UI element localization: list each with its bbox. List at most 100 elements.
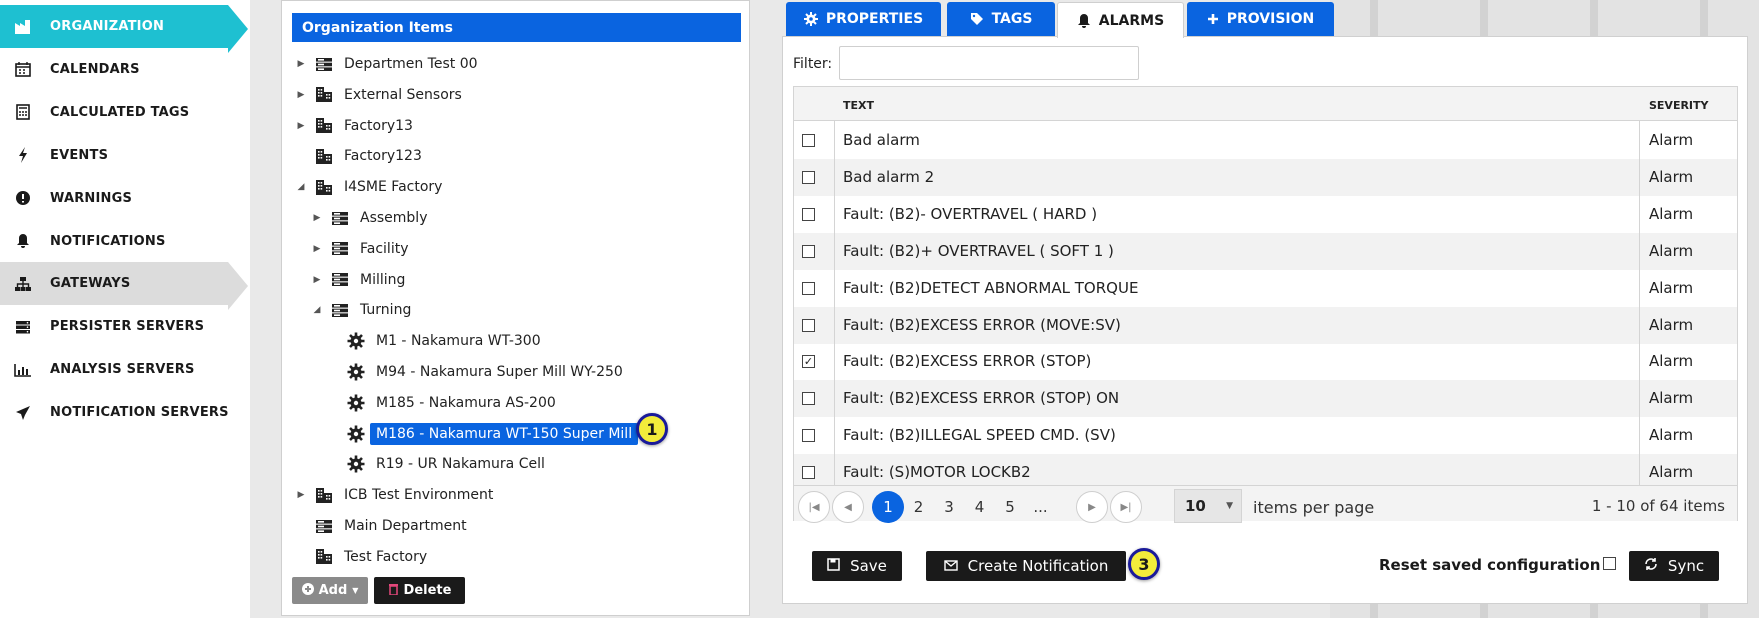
caret-expanded-icon[interactable]: ◢ (294, 182, 308, 192)
tab-properties[interactable]: PROPERTIES (786, 2, 941, 36)
column-header-severity[interactable]: SEVERITY (1649, 99, 1709, 112)
more-pages-button[interactable]: ... (1025, 491, 1057, 523)
tree-node-label: Test Factory (344, 548, 428, 565)
grid-header: TEXT SEVERITY (794, 87, 1737, 121)
tree-node[interactable]: ◢ Turning (310, 297, 412, 323)
table-row[interactable]: Fault: (B2)DETECT ABNORMAL TORQUE Alarm (794, 270, 1737, 307)
sidebar-item-analysis-servers[interactable]: ANALYSIS SERVERS (0, 348, 250, 391)
row-checkbox[interactable] (802, 466, 815, 480)
tree-node[interactable]: M186 - Nakamura WT-150 Super Mill (326, 421, 639, 447)
tree-node[interactable]: Main Department (294, 513, 467, 539)
caret-collapsed-icon[interactable]: ▶ (294, 59, 308, 69)
tree-node[interactable]: Factory123 (294, 143, 422, 169)
sidebar-item-notification-servers[interactable]: NOTIFICATION SERVERS (0, 391, 250, 434)
tree-node[interactable]: ▶ ICB Test Environment (294, 482, 494, 508)
tree-node[interactable]: ▶ Factory13 (294, 113, 413, 139)
row-checkbox[interactable] (802, 281, 815, 295)
building-icon (314, 86, 334, 104)
row-checkbox[interactable] (802, 207, 815, 221)
next-page-button[interactable]: ▶ (1076, 491, 1108, 523)
sidebar-item-label: NOTIFICATIONS (50, 233, 166, 249)
alarm-text: Fault: (B2)EXCESS ERROR (STOP) (843, 352, 1092, 371)
first-page-button[interactable]: |◀ (798, 491, 830, 523)
caret-collapsed-icon[interactable]: ▶ (294, 121, 308, 131)
sync-button[interactable]: Sync (1629, 551, 1719, 581)
caret-collapsed-icon[interactable]: ▶ (294, 490, 308, 500)
tree-node[interactable]: R19 - UR Nakamura Cell (326, 451, 545, 477)
sidebar-item-calendars[interactable]: CALENDARS (0, 48, 250, 91)
sidebar-item-organization[interactable]: ORGANIZATION (0, 5, 248, 53)
reset-configuration-checkbox[interactable] (1603, 557, 1616, 570)
tab-alarms[interactable]: ALARMS (1057, 2, 1184, 38)
caret-collapsed-icon[interactable]: ▶ (310, 244, 324, 254)
bell-icon (12, 232, 34, 250)
delete-button[interactable]: Delete (374, 577, 465, 604)
tree-node[interactable]: M1 - Nakamura WT-300 (326, 328, 541, 354)
alarm-text: Fault: (B2)EXCESS ERROR (MOVE:SV) (843, 315, 1121, 334)
column-header-text[interactable]: TEXT (843, 99, 874, 112)
server-icon (330, 301, 350, 319)
sidebar-item-label: PERSISTER SERVERS (50, 319, 205, 335)
caret-collapsed-icon[interactable]: ▶ (310, 213, 324, 223)
pager: |◀ ◀ 1 2 3 4 5... ▶ ▶| 10 ▼ items per page 1… (794, 485, 1737, 523)
page-button[interactable]: 3 (933, 491, 965, 523)
alarm-text: Fault: (B2)EXCESS ERROR (STOP) ON (843, 389, 1120, 408)
tree-node[interactable]: ▶ Departmen Test 00 (294, 51, 478, 77)
bar-chart-icon (12, 361, 34, 379)
row-checkbox[interactable]: ✓ (802, 355, 815, 369)
row-checkbox[interactable] (802, 392, 815, 406)
table-row[interactable]: Fault: (B2)ILLEGAL SPEED CMD. (SV) Alarm (794, 417, 1737, 454)
add-button[interactable]: Add ▼ (292, 577, 368, 604)
caret-expanded-icon[interactable]: ◢ (310, 305, 324, 315)
row-checkbox[interactable] (802, 429, 815, 443)
create-notification-button[interactable]: Create Notification (926, 551, 1126, 581)
server-icon (314, 517, 334, 535)
tree-node[interactable]: ▶ Facility (310, 236, 409, 262)
table-row[interactable]: Bad alarm 2 Alarm (794, 158, 1737, 196)
row-checkbox[interactable] (802, 134, 815, 147)
sidebar-item-persister-servers[interactable]: PERSISTER SERVERS (0, 305, 250, 348)
tab-tags[interactable]: TAGS (947, 2, 1055, 36)
prev-page-button[interactable]: ◀ (832, 491, 864, 523)
sidebar-item-label: ORGANIZATION (50, 19, 165, 34)
table-row[interactable]: Fault: (B2)EXCESS ERROR (STOP) ON Alarm (794, 380, 1737, 418)
sidebar-item-gateways[interactable]: GATEWAYS (0, 262, 248, 311)
last-page-button[interactable]: ▶| (1110, 491, 1142, 523)
tree-node[interactable]: ▶ External Sensors (294, 82, 462, 108)
items-per-page-select[interactable]: 10 ▼ (1174, 489, 1242, 523)
sidebar-item-notifications[interactable]: NOTIFICATIONS (0, 220, 250, 263)
tree-node[interactable]: M94 - Nakamura Super Mill WY-250 (326, 359, 623, 385)
page-button[interactable]: 2 (903, 491, 935, 523)
table-row[interactable]: Fault: (B2)EXCESS ERROR (MOVE:SV) Alarm (794, 306, 1737, 344)
reset-configuration-label: Reset saved configuration (1379, 556, 1601, 574)
tab-label: PROVISION (1226, 11, 1315, 27)
tab-provision[interactable]: PROVISION (1187, 2, 1334, 36)
sidebar-item-calculated-tags[interactable]: CALCULATED TAGS (0, 91, 250, 134)
bell-icon (1077, 13, 1091, 29)
table-row[interactable]: Fault: (B2)+ OVERTRAVEL ( SOFT 1 ) Alarm (794, 232, 1737, 270)
tree-node[interactable]: ▶ Assembly (310, 205, 428, 231)
sidebar-item-warnings[interactable]: WARNINGS (0, 177, 250, 220)
tree-node[interactable]: ▶ Milling (310, 267, 406, 293)
tree-node[interactable]: ◢ I4SME Factory (294, 174, 443, 200)
save-button[interactable]: Save (812, 551, 902, 581)
table-row[interactable]: Bad alarm Alarm (794, 122, 1737, 159)
page-button[interactable]: 1 (872, 491, 904, 523)
table-row[interactable]: Fault: (B2)- OVERTRAVEL ( HARD ) Alarm (794, 196, 1737, 233)
page-button[interactable]: 5 (994, 491, 1026, 523)
sidebar-item-events[interactable]: EVENTS (0, 134, 250, 177)
caret-collapsed-icon[interactable]: ▶ (310, 275, 324, 285)
row-checkbox[interactable] (802, 318, 815, 332)
chevron-down-icon: ▼ (1226, 501, 1233, 511)
server-icon (330, 271, 350, 289)
tree-node[interactable]: M185 - Nakamura AS-200 (326, 390, 556, 416)
tree-node[interactable]: Test Factory (294, 544, 427, 570)
filter-input[interactable] (839, 46, 1139, 80)
row-checkbox[interactable] (802, 170, 815, 184)
table-row[interactable]: ✓ Fault: (B2)EXCESS ERROR (STOP) Alarm (794, 343, 1737, 380)
alarm-text: Bad alarm (843, 131, 920, 149)
page-button[interactable]: 4 (964, 491, 996, 523)
row-checkbox[interactable] (802, 244, 815, 258)
building-icon (314, 147, 334, 165)
caret-collapsed-icon[interactable]: ▶ (294, 90, 308, 100)
